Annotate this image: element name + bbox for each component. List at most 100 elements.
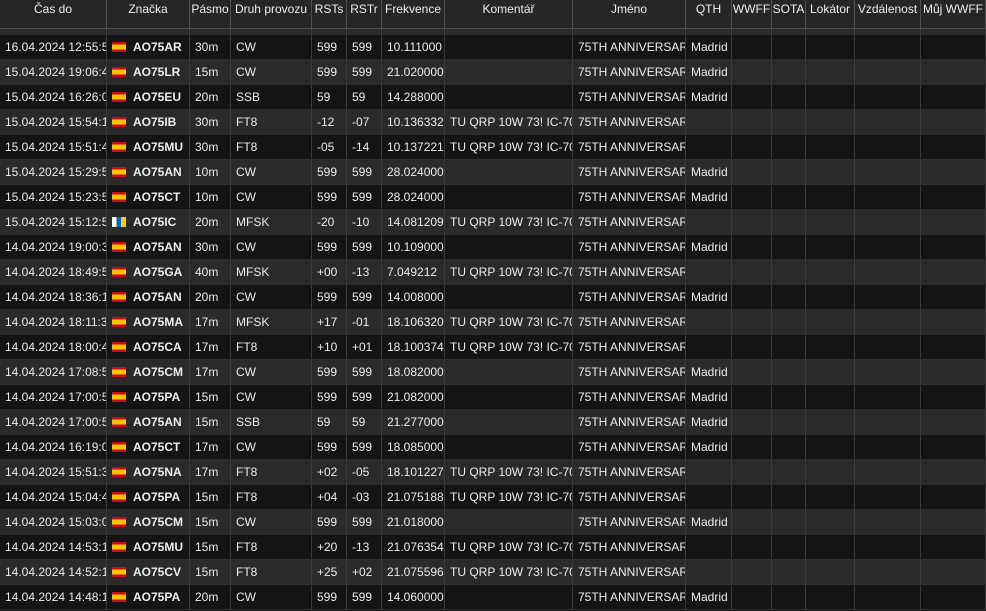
callsign-text: AO75LR <box>133 65 181 79</box>
cell-wwff <box>732 60 772 84</box>
cell-mode: CW <box>231 385 312 409</box>
cell-band: 15m <box>190 510 231 534</box>
header-comment[interactable]: Komentář <box>445 0 573 28</box>
header-rstr[interactable]: RSTr <box>347 0 382 28</box>
callsign-text: AO75CM <box>133 365 184 379</box>
cell-band: 10m <box>190 160 231 184</box>
header-qth[interactable]: QTH <box>686 0 732 28</box>
cell-mode: SSB <box>231 410 312 434</box>
cell-my-wwff <box>921 285 986 309</box>
cell-sota <box>772 260 806 284</box>
cell-distance <box>855 60 921 84</box>
callsign-text: AO75EU <box>133 90 182 104</box>
cell-rstr: 599 <box>347 160 382 184</box>
table-row[interactable]: 15.04.2024 16:26:09 AO75EU 20m SSB 59 59 14.28… <box>0 85 986 110</box>
cell-rsts: 599 <box>312 385 347 409</box>
table-row[interactable]: 15.04.2024 15:51:45 AO75MU 30m FT8 -05 -14 10.… <box>0 135 986 160</box>
table-row[interactable]: 14.04.2024 18:11:30 AO75MA 17m MFSK +17 -01 18… <box>0 310 986 335</box>
cell-time: 14.04.2024 18:49:52 <box>0 260 107 284</box>
table-row[interactable]: 14.04.2024 19:00:30 AO75AN 30m CW 599 599 10.1… <box>0 235 986 260</box>
spain-flag-icon <box>112 592 126 602</box>
cell-callsign: AO75CV <box>107 560 190 584</box>
table-row[interactable]: 14.04.2024 17:08:54 AO75CM 17m CW 599 599 18.0… <box>0 360 986 385</box>
cell-time: 15.04.2024 19:06:45 <box>0 60 107 84</box>
cell-comment <box>445 185 573 209</box>
cell-time: 15.04.2024 15:12:52 <box>0 210 107 234</box>
cell-distance <box>855 560 921 584</box>
spain-flag-icon <box>112 192 126 202</box>
table-row[interactable]: 15.04.2024 15:23:53 AO75CT 10m CW 599 599 28.0… <box>0 185 986 210</box>
spain-flag-icon <box>112 242 126 252</box>
table-body: 20.04.2024 10:13:50AO75GA20mSSB595914.25… <box>0 10 986 610</box>
cell-rstr: 599 <box>347 360 382 384</box>
header-distance[interactable]: Vzdálenost <box>855 0 921 28</box>
cell-rstr: 599 <box>347 235 382 259</box>
table-row[interactable]: 14.04.2024 14:48:17 AO75PA 20m CW 599 599 14.0… <box>0 585 986 610</box>
cell-frequency: 21.075596 <box>382 560 445 584</box>
header-band[interactable]: Pásmo <box>190 0 231 28</box>
cell-comment <box>445 360 573 384</box>
cell-comment <box>445 85 573 109</box>
header-call[interactable]: Značka <box>107 0 190 28</box>
cell-frequency: 21.076354 <box>382 535 445 559</box>
cell-rsts: +02 <box>312 460 347 484</box>
header-locator[interactable]: Lokátor <box>806 0 855 28</box>
cell-callsign: AO75CT <box>107 435 190 459</box>
cell-wwff <box>732 410 772 434</box>
cell-sota <box>772 460 806 484</box>
table-row[interactable]: 14.04.2024 15:03:06 AO75CM 15m CW 599 599 21.0… <box>0 510 986 535</box>
cell-qth: Madrid <box>686 510 732 534</box>
spain-flag-icon <box>112 167 126 177</box>
cell-my-wwff <box>921 335 986 359</box>
header-rsts[interactable]: RSTs <box>312 0 347 28</box>
table-row[interactable]: 14.04.2024 18:36:14 AO75AN 20m CW 599 599 14.0… <box>0 285 986 310</box>
cell-rsts: -12 <box>312 110 347 134</box>
table-row[interactable]: 14.04.2024 14:52:15 AO75CV 15m FT8 +25 +02 21.… <box>0 560 986 585</box>
cell-locator <box>806 360 855 384</box>
cell-sota <box>772 235 806 259</box>
table-row[interactable]: 14.04.2024 14:53:15 AO75MU 15m FT8 +20 -13 21.… <box>0 535 986 560</box>
header-mode[interactable]: Druh provozu <box>231 0 312 28</box>
table-row[interactable]: 16.04.2024 12:55:52 AO75AR 30m CW 599 599 10.1… <box>0 35 986 60</box>
cell-wwff <box>732 210 772 234</box>
cell-band: 30m <box>190 135 231 159</box>
header-my-wwff[interactable]: Můj WWFF <box>921 0 986 28</box>
table-row[interactable]: 15.04.2024 15:12:52 AO75IC 20m MFSK -20 -10 14… <box>0 210 986 235</box>
header-frequency[interactable]: Frekvence <box>382 0 445 28</box>
cell-my-wwff <box>921 360 986 384</box>
table-row[interactable]: 15.04.2024 19:06:45 AO75LR 15m CW 599 599 21.0… <box>0 60 986 85</box>
cell-name: 75TH ANNIVERSARY <box>573 60 686 84</box>
canary-islands-flag-icon <box>112 217 126 227</box>
header-sota[interactable]: SOTA <box>772 0 806 28</box>
header-wwff[interactable]: WWFF <box>732 0 772 28</box>
header-time[interactable]: Čas do <box>0 0 107 28</box>
cell-wwff <box>732 285 772 309</box>
cell-comment <box>445 385 573 409</box>
spain-flag-icon <box>112 367 126 377</box>
cell-time: 15.04.2024 15:51:45 <box>0 135 107 159</box>
header-name[interactable]: Jméno <box>573 0 686 28</box>
cell-rsts: +20 <box>312 535 347 559</box>
table-row[interactable]: 15.04.2024 15:54:12 AO75IB 30m FT8 -12 -07 10.… <box>0 110 986 135</box>
cell-comment <box>445 585 573 609</box>
cell-qth <box>686 460 732 484</box>
table-row[interactable]: 14.04.2024 17:00:54 AO75PA 15m CW 599 599 21.0… <box>0 385 986 410</box>
table-row[interactable]: 14.04.2024 17:00:54 AO75AN 15m SSB 59 59 21.27… <box>0 410 986 435</box>
cell-callsign: AO75CT <box>107 185 190 209</box>
cell-band: 17m <box>190 310 231 334</box>
table-row[interactable]: 14.04.2024 18:00:45 AO75CA 17m FT8 +10 +01 18.… <box>0 335 986 360</box>
table-row[interactable]: 15.04.2024 15:29:59 AO75AN 10m CW 599 599 28.0… <box>0 160 986 185</box>
table-row[interactable]: 14.04.2024 15:04:45 AO75PA 15m FT8 +04 -03 21.… <box>0 485 986 510</box>
spain-flag-icon <box>112 342 126 352</box>
cell-wwff <box>732 310 772 334</box>
table-row[interactable]: 14.04.2024 16:19:03 AO75CT 17m CW 599 599 18.0… <box>0 435 986 460</box>
cell-sota <box>772 335 806 359</box>
table-row[interactable]: 14.04.2024 15:51:30 AO75NA 17m FT8 +02 -05 18.… <box>0 460 986 485</box>
spain-flag-icon <box>112 417 126 427</box>
cell-wwff <box>732 560 772 584</box>
cell-wwff <box>732 160 772 184</box>
cell-qth: Madrid <box>686 185 732 209</box>
cell-locator <box>806 435 855 459</box>
table-row[interactable]: 14.04.2024 18:49:52 AO75GA 40m MFSK +00 -13 7.… <box>0 260 986 285</box>
cell-frequency: 18.101227 <box>382 460 445 484</box>
